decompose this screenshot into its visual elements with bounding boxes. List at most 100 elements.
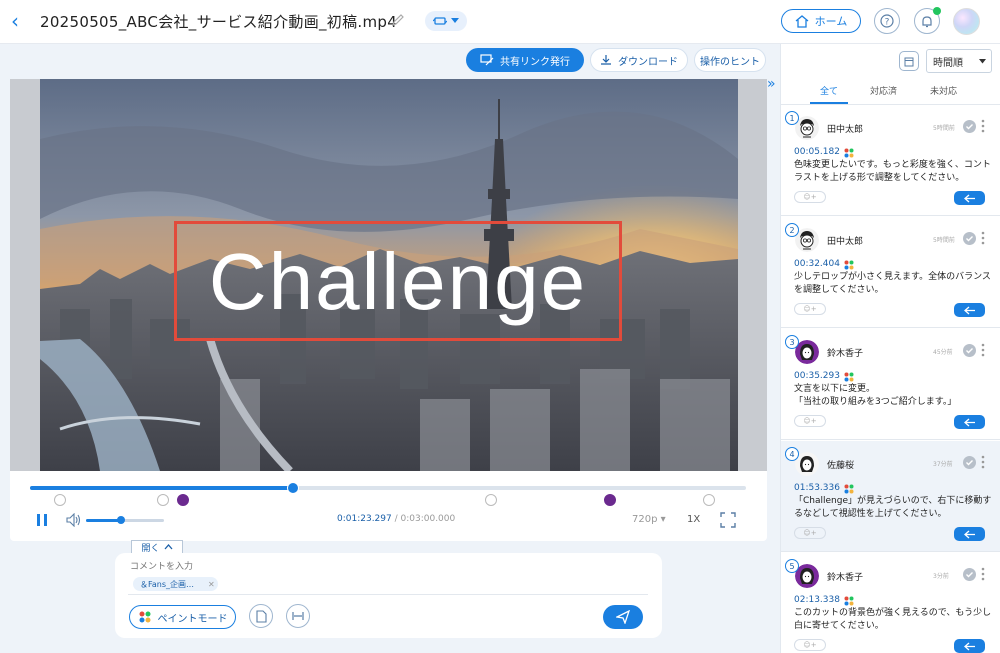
- speed-button[interactable]: 1X: [687, 514, 700, 525]
- reply-button[interactable]: [954, 415, 985, 429]
- comment-marker[interactable]: [604, 494, 616, 506]
- reply-button[interactable]: [954, 191, 985, 205]
- comment-marker[interactable]: [54, 494, 66, 506]
- back-icon[interactable]: ‹: [6, 10, 24, 32]
- comment-marker[interactable]: [485, 494, 497, 506]
- comment-number: 4: [785, 447, 799, 461]
- comment-timestamp[interactable]: 00:32.404: [794, 259, 840, 269]
- comment-timestamp[interactable]: 02:13.338: [794, 595, 840, 605]
- paint-icon: [139, 611, 150, 623]
- more-icon[interactable]: [981, 455, 985, 469]
- comment-age: 5時間前: [933, 237, 955, 244]
- reply-icon: [963, 642, 975, 650]
- file-title: 20250505_ABC会社_サービス紹介動画_初稿.mp4: [40, 13, 398, 31]
- comment-card[interactable]: 1 田中太郎 5時間前 00:05.182 色味変更したいです。もっと彩度を強く、コント…: [781, 105, 1000, 216]
- user-avatar[interactable]: [953, 8, 980, 35]
- home-icon: [795, 14, 809, 28]
- chevron-down-icon: [451, 18, 459, 23]
- reply-icon: [963, 418, 975, 426]
- paint-icon: [843, 595, 855, 607]
- reply-icon: [963, 306, 975, 314]
- attach-button[interactable]: [249, 604, 273, 628]
- comment-marker[interactable]: [157, 494, 169, 506]
- tab-all[interactable]: 全て: [820, 84, 838, 97]
- share-link-button[interactable]: 共有リンク発行: [466, 48, 584, 72]
- more-icon[interactable]: [981, 343, 985, 357]
- video-overlay-text: Challenge: [208, 237, 588, 326]
- share-icon: [480, 54, 494, 66]
- commenter-name: 田中太郎: [827, 237, 864, 247]
- reaction-button[interactable]: ☺+: [794, 415, 826, 427]
- hint-button[interactable]: 操作のヒント: [694, 48, 766, 72]
- sort-select[interactable]: 時間順: [926, 49, 992, 73]
- fullscreen-icon[interactable]: [720, 512, 736, 528]
- online-indicator: [933, 7, 941, 15]
- current-time: 0:01:23.297: [337, 514, 392, 524]
- range-button[interactable]: [286, 604, 310, 628]
- home-label: ホーム: [814, 15, 848, 28]
- mention-chip[interactable]: ＆Fans_企画… ✕: [133, 577, 218, 591]
- more-icon[interactable]: [981, 567, 985, 581]
- comment-card[interactable]: 3 鈴木香子 45分前 00:35.293 文言を以下に変更。 「当社の取り組みを3つご…: [781, 329, 1000, 440]
- time-separator: /: [391, 514, 401, 524]
- quality-select[interactable]: 720p ▾: [632, 514, 666, 525]
- check-icon[interactable]: [963, 456, 976, 469]
- send-button[interactable]: [603, 605, 643, 629]
- more-icon[interactable]: [981, 119, 985, 133]
- reply-icon: [963, 530, 975, 538]
- close-icon[interactable]: ✕: [208, 580, 215, 589]
- comment-card[interactable]: 5 鈴木香子 3分前 02:13.338 このカットの背景色が強く見えるので、もう少し白…: [781, 553, 1000, 653]
- check-icon[interactable]: [963, 120, 976, 133]
- download-button[interactable]: ダウンロード: [590, 48, 688, 72]
- sort-value: 時間順: [933, 57, 963, 69]
- seek-bar-handle[interactable]: [286, 482, 299, 494]
- comment-body: 少しテロップが小さく見えます。全体のバランスを調整してください。: [794, 272, 991, 295]
- seek-bar-progress: [30, 486, 293, 490]
- width-icon: [292, 612, 304, 620]
- more-icon[interactable]: [981, 231, 985, 245]
- help-button[interactable]: ?: [874, 8, 900, 34]
- reply-button[interactable]: [954, 639, 985, 653]
- paint-mode-label: ペイントモード: [157, 613, 228, 625]
- reaction-button[interactable]: ☺+: [794, 639, 826, 651]
- comment-timestamp[interactable]: 00:35.293: [794, 371, 840, 381]
- calendar-button[interactable]: [899, 51, 919, 71]
- comment-marker[interactable]: [703, 494, 715, 506]
- collapse-sidebar-icon[interactable]: »: [767, 76, 776, 92]
- chevron-down-icon: [979, 58, 986, 63]
- paint-icon: [843, 483, 855, 495]
- comment-number: 3: [785, 335, 799, 349]
- comment-marker[interactable]: [177, 494, 189, 506]
- reaction-button[interactable]: ☺+: [794, 303, 826, 315]
- calendar-icon: [904, 57, 914, 66]
- tab-unresolved[interactable]: 未対応: [930, 84, 957, 97]
- video-loop-icon: [433, 17, 447, 25]
- pause-icon[interactable]: [36, 513, 48, 527]
- check-icon[interactable]: [963, 568, 976, 581]
- total-time: 0:03:00.000: [400, 514, 456, 524]
- top-header: ‹ 20250505_ABC会社_サービス紹介動画_初稿.mp4 ホーム ?: [0, 0, 1000, 44]
- version-dropdown[interactable]: [425, 11, 467, 31]
- reaction-button[interactable]: ☺+: [794, 527, 826, 539]
- download-icon: [601, 55, 611, 65]
- comment-input[interactable]: [130, 560, 530, 574]
- volume-icon[interactable]: [66, 513, 82, 527]
- check-icon[interactable]: [963, 344, 976, 357]
- comment-card[interactable]: 2 田中太郎 5時間前 00:32.404 少しテロップが小さく見えます。全体のバランス…: [781, 217, 1000, 328]
- comment-timestamp[interactable]: 00:05.182: [794, 147, 840, 157]
- pencil-icon[interactable]: [390, 12, 406, 28]
- paint-mode-button[interactable]: ペイントモード: [129, 605, 236, 629]
- home-button[interactable]: ホーム: [781, 9, 861, 33]
- comment-card[interactable]: 4 佐藤桜 37分前 01:53.336 「Challenge」が見えづらいので、右下に…: [781, 441, 1000, 552]
- commenter-name: 鈴木香子: [827, 573, 864, 583]
- hint-label: 操作のヒント: [700, 56, 760, 68]
- tab-resolved[interactable]: 対応済: [870, 84, 897, 97]
- comment-timestamp[interactable]: 01:53.336: [794, 483, 840, 493]
- reaction-button[interactable]: ☺+: [794, 191, 826, 203]
- reply-button[interactable]: [954, 303, 985, 317]
- comment-number: 2: [785, 223, 799, 237]
- reply-button[interactable]: [954, 527, 985, 541]
- comment-body: このカットの背景色が強く見えるので、もう少し白に寄せてください。: [794, 608, 992, 631]
- open-composer-tab[interactable]: 開く: [131, 540, 183, 554]
- check-icon[interactable]: [963, 232, 976, 245]
